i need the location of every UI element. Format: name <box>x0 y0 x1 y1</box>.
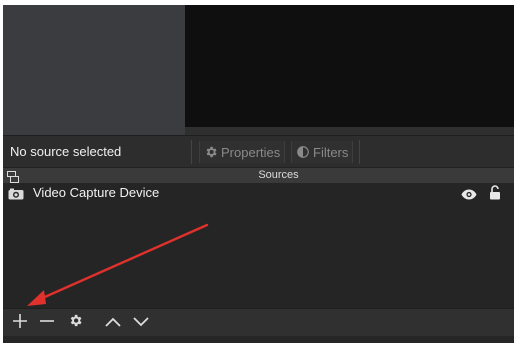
gear-icon <box>68 313 83 333</box>
context-bar: No source selected Properties Filters <box>3 135 514 168</box>
obs-window: No source selected Properties Filters So… <box>3 5 514 343</box>
no-source-label: No source selected <box>10 144 122 159</box>
chevron-down-icon <box>133 314 149 332</box>
remove-icon <box>40 314 54 333</box>
context-divider <box>359 140 360 164</box>
add-source-button[interactable] <box>10 313 30 333</box>
filters-button[interactable]: Filters <box>291 141 354 163</box>
status-bar <box>3 336 514 343</box>
properties-label: Properties <box>221 144 281 160</box>
preview-separator <box>185 127 514 135</box>
gear-icon <box>204 145 218 159</box>
preview-side-area <box>3 5 185 135</box>
properties-button[interactable]: Properties <box>199 141 286 163</box>
sources-toolbar <box>3 308 514 337</box>
preview-canvas[interactable] <box>185 5 514 127</box>
filters-icon <box>296 145 310 159</box>
sources-title: Sources <box>258 169 299 181</box>
context-divider <box>191 140 192 164</box>
move-up-button[interactable] <box>103 314 123 332</box>
filters-label: Filters <box>313 144 349 160</box>
move-down-button[interactable] <box>131 314 151 332</box>
eye-icon[interactable] <box>461 187 477 205</box>
add-icon <box>13 313 27 333</box>
remove-source-button[interactable] <box>37 314 57 332</box>
camera-icon <box>8 187 24 205</box>
source-name: Video Capture Device <box>33 185 160 200</box>
list-item[interactable]: Video Capture Device <box>3 183 514 203</box>
source-properties-button[interactable] <box>65 314 85 332</box>
chevron-up-icon <box>105 314 121 332</box>
unlock-icon[interactable] <box>489 185 501 205</box>
sources-list[interactable]: Video Capture Device <box>3 183 514 308</box>
